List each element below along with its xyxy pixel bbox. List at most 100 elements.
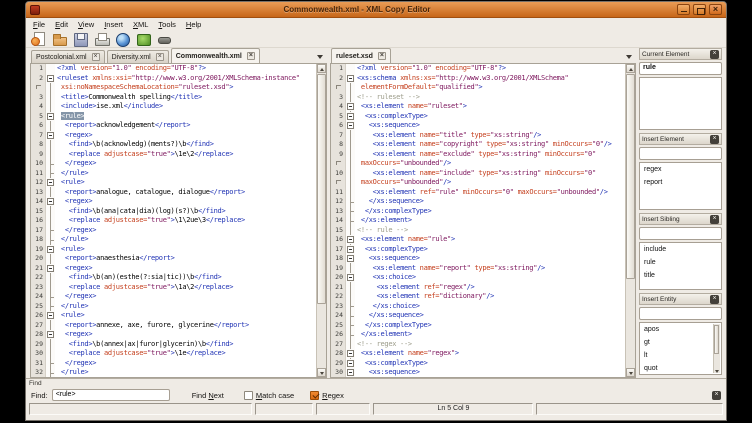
fold-toggle-icon[interactable]: [346, 273, 355, 283]
maximize-icon[interactable]: [693, 4, 706, 15]
code-line[interactable]: 21 <xs:element ref="regex"/>: [331, 283, 625, 293]
scroll-thumb[interactable]: [317, 74, 326, 304]
current-element-input[interactable]: rule: [639, 62, 722, 75]
code-line[interactable]: 2<ruleset xmlns:xsi="http://www.w3.org/2…: [31, 74, 316, 84]
code-line[interactable]: 17 <xs:complexType>: [331, 245, 625, 255]
list-item-rule[interactable]: rule: [640, 257, 721, 270]
browser-globe-button[interactable]: [115, 32, 130, 46]
code-line[interactable]: 23 </xs:choice>: [331, 302, 625, 312]
scroll-down-icon[interactable]: [626, 368, 635, 377]
fold-toggle-icon[interactable]: [46, 197, 55, 207]
scroll-thumb[interactable]: [714, 325, 719, 354]
find-input[interactable]: <rule>: [52, 389, 170, 401]
panel-close-icon[interactable]: [710, 215, 719, 224]
code-line[interactable]: 13 </xs:complexType>: [331, 207, 625, 217]
scroll-thumb[interactable]: [626, 74, 635, 279]
fold-toggle-icon[interactable]: [346, 74, 355, 84]
new-document-button[interactable]: [31, 32, 46, 46]
regex-checkbox[interactable]: [310, 391, 319, 400]
scroll-up-icon[interactable]: [626, 64, 635, 73]
code-line[interactable]: 25 </xs:complexType>: [331, 321, 625, 331]
code-line[interactable]: 31 </regex>: [31, 359, 316, 369]
minimize-icon[interactable]: [677, 4, 690, 15]
list-item-lt[interactable]: lt: [640, 350, 713, 363]
code-line[interactable]: elementFormDefault="qualified">: [331, 83, 625, 93]
tab-overflow-icon[interactable]: [626, 55, 632, 59]
close-icon[interactable]: [709, 4, 722, 15]
code-line[interactable]: 23 <replace adjustcase="true">\1a\2</rep…: [31, 283, 316, 293]
code-line[interactable]: 5 <xs:complexType>: [331, 112, 625, 122]
code-line[interactable]: 30 <xs:sequence>: [331, 368, 625, 378]
tab-close-icon[interactable]: [247, 52, 255, 60]
code-line[interactable]: 27 <report>annexe, axe, furore, glycerin…: [31, 321, 316, 331]
fold-toggle-icon[interactable]: [46, 264, 55, 274]
code-line[interactable]: 4 <include>ise.xml</include>: [31, 102, 316, 112]
code-line[interactable]: 26 <rule>: [31, 311, 316, 321]
list-item-quot[interactable]: quot: [640, 363, 713, 375]
list-item-include[interactable]: include: [640, 244, 721, 257]
code-line[interactable]: 12 </xs:sequence>: [331, 197, 625, 207]
match-case-checkbox[interactable]: [244, 391, 253, 400]
tab-diversity-xml[interactable]: Diversity.xml: [107, 50, 169, 63]
code-line[interactable]: 22 <find>\b(an)(esthe(?:sia|tic))\b</fin…: [31, 273, 316, 283]
code-line[interactable]: 6 <report>acknowledgement</report>: [31, 121, 316, 131]
code-line[interactable]: 21 <regex>: [31, 264, 316, 274]
code-line[interactable]: 22 <xs:element ref="dictionary"/>: [331, 292, 625, 302]
code-line[interactable]: 15 <find>\b(ana|cata|dia)(log)(s?)\b</fi…: [31, 207, 316, 217]
code-line[interactable]: 14 </xs:element>: [331, 216, 625, 226]
tab-ruleset-xsd[interactable]: ruleset.xsd: [331, 48, 391, 63]
insert-sibling-input[interactable]: [639, 227, 722, 240]
menu-view[interactable]: View: [78, 20, 94, 29]
code-line[interactable]: 28 <xs:element name="regex">: [331, 349, 625, 359]
code-line[interactable]: 7 <xs:element name="title" type="xs:stri…: [331, 131, 625, 141]
code-line[interactable]: 29 <find>\b(annex|ax|furor|glycerin)\b</…: [31, 340, 316, 350]
code-line[interactable]: 9 <xs:element name="exclude" type="xs:st…: [331, 150, 625, 160]
code-line[interactable]: 27<!-- regex -->: [331, 340, 625, 350]
insert-entity-input[interactable]: [639, 307, 722, 320]
code-line[interactable]: 24 </regex>: [31, 292, 316, 302]
panel-close-icon[interactable]: [710, 50, 719, 59]
code-line[interactable]: 16 <xs:element name="rule">: [331, 235, 625, 245]
menu-help[interactable]: Help: [186, 20, 201, 29]
fold-toggle-icon[interactable]: [46, 74, 55, 84]
insert-element-input[interactable]: [639, 147, 722, 160]
list-item-report[interactable]: report: [640, 177, 721, 190]
fold-toggle-icon[interactable]: [346, 235, 355, 245]
list-item-regex[interactable]: regex: [640, 164, 721, 177]
code-line[interactable]: 19 <xs:element name="report" type="xs:st…: [331, 264, 625, 274]
code-line[interactable]: 17 </regex>: [31, 226, 316, 236]
code-line[interactable]: 18 <xs:sequence>: [331, 254, 625, 264]
scroll-down-icon[interactable]: [317, 368, 326, 377]
tab-commonwealth-xml[interactable]: Commonwealth.xml: [171, 48, 260, 63]
code-line[interactable]: 10 </regex>: [31, 159, 316, 169]
left-code-editor[interactable]: 1<?xml version="1.0" encoding="UTF-8"?>2…: [30, 63, 327, 378]
code-line[interactable]: 29 <xs:complexType>: [331, 359, 625, 369]
code-line[interactable]: 4 <xs:element name="ruleset">: [331, 102, 625, 112]
fold-toggle-icon[interactable]: [46, 330, 55, 340]
code-line[interactable]: maxOccurs="unbounded"/>: [331, 159, 625, 169]
fold-toggle-icon[interactable]: [346, 349, 355, 359]
code-line[interactable]: 9 <replace adjustcase="true">\1e\2</repl…: [31, 150, 316, 160]
fold-toggle-icon[interactable]: [46, 178, 55, 188]
code-line[interactable]: 2<xs:schema xmlns:xs="http://www.w3.org/…: [331, 74, 625, 84]
fold-toggle-icon[interactable]: [346, 121, 355, 131]
code-line[interactable]: 18 </rule>: [31, 235, 316, 245]
list-scrollbar[interactable]: [713, 324, 720, 373]
list-item-title[interactable]: title: [640, 270, 721, 283]
code-line[interactable]: xsi:noNamespaceSchemaLocation="ruleset.x…: [31, 83, 316, 93]
scroll-up-icon[interactable]: [317, 64, 326, 73]
fold-toggle-icon[interactable]: [46, 112, 55, 122]
right-editor-scrollbar[interactable]: [625, 64, 635, 377]
code-line[interactable]: 1<?xml version="1.0" encoding="UTF-8"?>: [31, 64, 316, 74]
find-close-icon[interactable]: [712, 391, 721, 400]
fold-toggle-icon[interactable]: [346, 245, 355, 255]
code-line[interactable]: 5 <rule>: [31, 112, 316, 122]
code-line[interactable]: 16 <replace adjustcase="true">\1\2ue\3</…: [31, 216, 316, 226]
print-button[interactable]: [94, 32, 109, 46]
code-line[interactable]: 7 <regex>: [31, 131, 316, 141]
fold-toggle-icon[interactable]: [46, 311, 55, 321]
code-line[interactable]: 3 <title>Commonwealth spelling</title>: [31, 93, 316, 103]
code-line[interactable]: 20 <report>anaesthesia</report>: [31, 254, 316, 264]
code-line[interactable]: 10 <xs:element name="include" type="xs:s…: [331, 169, 625, 179]
code-line[interactable]: 11 <xs:element ref="rule" minOccurs="0" …: [331, 188, 625, 198]
